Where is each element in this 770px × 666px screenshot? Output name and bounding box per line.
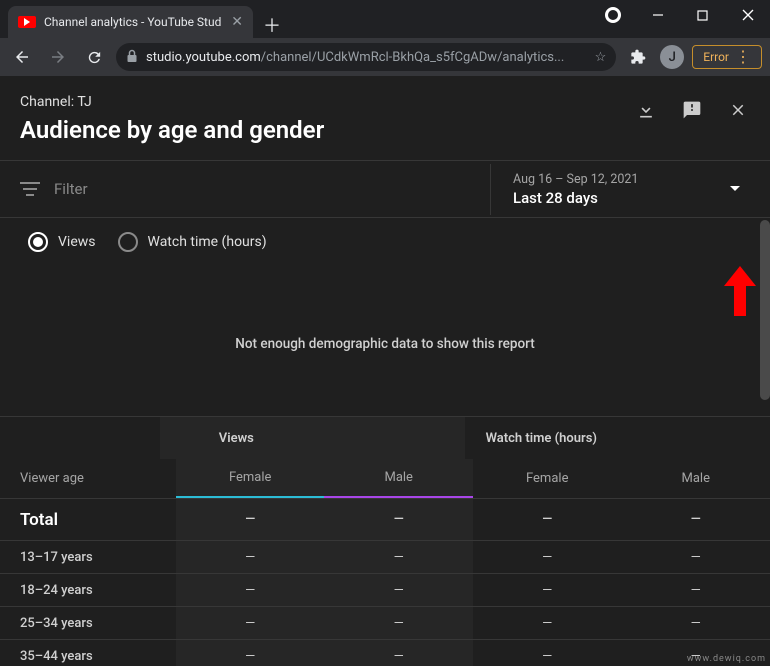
youtube-favicon-icon [18, 16, 36, 28]
url-text: studio.youtube.com/channel/UCdkWmRcl-Bkh… [146, 50, 564, 65]
metric-tabs: Views Watch time (hours) [0, 218, 770, 258]
row-label: 13–17 years [0, 541, 176, 573]
tab-watch-label: Watch time (hours) [148, 234, 267, 250]
col-viewer-age: Viewer age [0, 459, 176, 498]
row-label: 25–34 years [0, 607, 176, 639]
cell: — [473, 574, 622, 606]
cell: — [176, 541, 325, 573]
window-titlebar: Channel analytics - YouTube Stud ✕ ＋ [0, 0, 770, 38]
extensions-icon[interactable] [624, 43, 652, 71]
download-icon[interactable] [634, 98, 658, 122]
demographics-table: Views Watch time (hours) Viewer age Fema… [0, 416, 770, 666]
filter-bar: Filter Aug 16 – Sep 12, 2021 Last 28 day… [0, 160, 770, 218]
table-row: 13–17 years — — — — [0, 541, 770, 574]
url-bar[interactable]: studio.youtube.com/channel/UCdkWmRcl-Bkh… [116, 43, 616, 71]
maximize-button[interactable] [680, 0, 725, 30]
filter-button[interactable]: Filter [20, 180, 490, 198]
tab-watch-time[interactable]: Watch time (hours) [118, 232, 267, 252]
cell: — [176, 607, 325, 639]
cell: — [176, 574, 325, 606]
close-tab-icon[interactable]: ✕ [231, 14, 243, 30]
col-group-views: Views [160, 417, 312, 459]
page-header: Channel: TJ Audience by age and gender [0, 76, 770, 160]
forward-button[interactable] [44, 43, 72, 71]
scrollbar[interactable] [760, 220, 770, 400]
cell: — [324, 574, 473, 606]
filter-icon [20, 182, 40, 196]
cell: — [324, 607, 473, 639]
lock-icon [126, 49, 138, 66]
cell: — [473, 640, 622, 666]
table-row: 25–34 years — — — — [0, 607, 770, 640]
cell: — [621, 541, 770, 573]
col-group-watch: Watch time (hours) [465, 417, 617, 459]
browser-tab[interactable]: Channel analytics - YouTube Stud ✕ [8, 6, 253, 38]
tab-views[interactable]: Views [28, 232, 96, 252]
profile-avatar[interactable]: J [660, 45, 684, 69]
table-row: 18–24 years — — — — [0, 574, 770, 607]
col-views-male[interactable]: Male [324, 459, 473, 498]
close-icon[interactable] [726, 98, 750, 122]
cell: — [473, 541, 622, 573]
cell: — [621, 574, 770, 606]
cell: — [473, 499, 622, 540]
new-tab-button[interactable]: ＋ [263, 12, 281, 38]
radio-checked-icon [28, 232, 48, 252]
date-range-text: Aug 16 – Sep 12, 2021 [513, 172, 750, 187]
tab-title: Channel analytics - YouTube Stud [44, 15, 223, 29]
table-header-groups: Views Watch time (hours) [0, 417, 770, 459]
date-range-label: Last 28 days [513, 189, 750, 207]
chevron-down-icon [730, 186, 740, 191]
minimize-button[interactable] [635, 0, 680, 30]
row-label: 35–44 years [0, 640, 176, 666]
incognito-shield-icon[interactable] [590, 0, 635, 30]
table-header-cols: Viewer age Female Male Female Male [0, 459, 770, 499]
cell: — [621, 499, 770, 540]
col-watch-female[interactable]: Female [473, 459, 622, 498]
menu-dots-icon: ⋮ [735, 49, 751, 65]
close-window-button[interactable] [725, 0, 770, 30]
feedback-icon[interactable] [680, 98, 704, 122]
channel-label: Channel: TJ [20, 94, 634, 110]
window-controls [590, 0, 770, 30]
col-watch-male[interactable]: Male [621, 459, 770, 498]
back-button[interactable] [8, 43, 36, 71]
page-title: Audience by age and gender [20, 116, 634, 144]
date-range-picker[interactable]: Aug 16 – Sep 12, 2021 Last 28 days [490, 164, 750, 215]
table-row-total: Total — — — — [0, 499, 770, 541]
cell: — [324, 640, 473, 666]
cell: — [473, 607, 622, 639]
row-label: 18–24 years [0, 574, 176, 606]
cell: — [176, 640, 325, 666]
table-row: 35–44 years — — — — [0, 640, 770, 666]
row-label: Total [0, 499, 176, 540]
error-button[interactable]: Error⋮ [692, 45, 762, 69]
filter-placeholder: Filter [54, 180, 88, 198]
bookmark-star-icon[interactable]: ☆ [595, 50, 607, 65]
tab-views-label: Views [58, 234, 96, 250]
cell: — [176, 499, 325, 540]
cell: — [324, 499, 473, 540]
empty-state-message: Not enough demographic data to show this… [0, 258, 770, 416]
cell: — [324, 541, 473, 573]
col-views-female[interactable]: Female [176, 459, 325, 498]
cell: — [621, 607, 770, 639]
radio-unchecked-icon [118, 232, 138, 252]
page-content: Channel: TJ Audience by age and gender F… [0, 76, 770, 666]
reload-button[interactable] [80, 43, 108, 71]
watermark: www.dewiq.com [687, 654, 766, 664]
address-bar: studio.youtube.com/channel/UCdkWmRcl-Bkh… [0, 38, 770, 76]
